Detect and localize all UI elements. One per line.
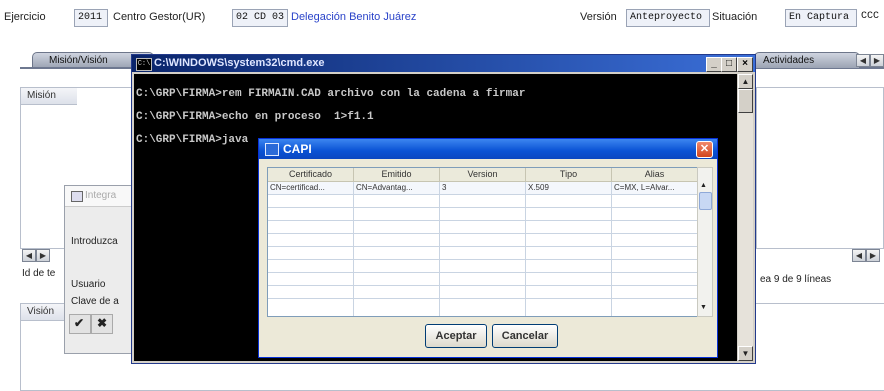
scroll-thumb[interactable] [699,192,712,210]
console-line: C:\GRP\FIRMA>java [136,134,249,146]
capi-title-bar[interactable]: CAPI ✕ [259,139,717,159]
scroll-down-icon[interactable]: ▼ [700,304,707,311]
situacion-label: Situación [712,11,758,23]
check-icon: ✔ [74,316,85,330]
ejercicio-field[interactable]: 2011 [74,9,108,27]
usuario-label: Usuario [71,279,106,290]
scroll-up-icon[interactable]: ▲ [738,74,753,89]
accept-button[interactable]: Aceptar [425,324,487,348]
table-cell: X.509 [528,183,549,192]
table-cell: CN=certificad... [270,183,325,192]
close-button[interactable]: × [737,57,753,72]
ejercicio-label: Ejercicio [4,11,46,23]
row-divider [268,220,697,221]
scroll-down-icon[interactable]: ▼ [738,346,753,361]
console-icon: C:\ [136,58,152,71]
column-divider [611,182,612,316]
tab-actividades-label: Actividades [763,55,815,66]
id-label: Id de te [22,268,56,279]
nav-left-icon-right[interactable]: ◀ [852,249,866,262]
console-scrollbar[interactable]: ▲ ▼ [738,74,753,361]
nav-right-icon-right[interactable]: ▶ [866,249,880,262]
column-header[interactable]: Alias [612,168,697,182]
column-divider [439,182,440,316]
centro-gestor-field[interactable]: 02 CD 03 [232,9,288,27]
version-field[interactable]: Anteproyecto [626,9,710,27]
row-divider [268,259,697,260]
column-header[interactable]: Version [440,168,526,182]
login-title-bar: Integra [65,186,135,207]
row-divider [268,246,697,247]
cut-field: CCC [861,11,880,22]
version-label: Versión [580,11,617,23]
window-icon [71,191,83,202]
row-divider [268,298,697,299]
scroll-up-icon[interactable]: ▲ [700,182,707,189]
tab-actividades[interactable]: Actividades [754,52,860,68]
linea-counter: ea 9 de 9 líneas [760,274,832,285]
tab-mision-label: Misión/Visión [49,55,108,66]
close-icon[interactable]: ✕ [696,141,713,158]
console-line: C:\GRP\FIRMA>echo en proceso 1>f1.1 [136,111,374,123]
vision-header: Visión [21,304,69,321]
column-divider [525,182,526,316]
row-divider [268,207,697,208]
tab-scroll-left-icon[interactable]: ◀ [856,54,870,67]
situacion-field[interactable]: En Captura [785,9,857,27]
centro-gestor-label: Centro Gestor(UR) [113,11,206,23]
row-divider [268,194,697,195]
column-header[interactable]: Certificado [268,168,354,182]
cancel-button[interactable]: Cancelar [492,324,558,348]
row-divider [268,233,697,234]
centro-gestor-name: Delegación Benito Juárez [291,11,417,23]
table-cell: CN=Advantag... [356,183,413,192]
scroll-thumb[interactable] [738,89,753,113]
column-header[interactable]: Tipo [526,168,612,182]
mision-panel-right [756,87,884,249]
row-divider [268,272,697,273]
table-row[interactable]: CN=certificad... CN=Advantag... 3 X.509 … [268,182,697,194]
login-ok-button[interactable]: ✔ [69,314,91,334]
column-header[interactable]: Emitido [354,168,440,182]
console-line: C:\GRP\FIRMA>rem FIRMAIN.CAD archivo con… [136,88,526,100]
introduzca-label: Introduzca [71,236,118,247]
cmd-title-bar[interactable]: C:\ C:\WINDOWS\system32\cmd.exe _ □ × [132,55,755,72]
table-cell: 3 [442,183,447,192]
login-cancel-button[interactable]: ✖ [91,314,113,334]
capi-dialog: CAPI ✕ Certificado Emitido Version Tipo … [258,138,718,358]
certificates-table: Certificado Emitido Version Tipo Alias C… [267,167,698,317]
row-divider [268,285,697,286]
mision-header: Misión [21,88,77,105]
capi-title: CAPI [283,142,312,156]
column-divider [353,182,354,316]
x-icon: ✖ [97,316,108,330]
clave-label: Clave de a [71,296,119,307]
nav-left-icon[interactable]: ◀ [22,249,36,262]
login-dialog: Integra Introduzca Usuario Clave de a ✔ … [64,185,136,354]
cmd-title: C:\WINDOWS\system32\cmd.exe [154,57,325,69]
maximize-button[interactable]: □ [721,57,737,72]
minimize-button[interactable]: _ [706,57,722,72]
login-title: Integra [85,190,117,201]
table-cell: C=MX, L=Alvar... [614,183,675,192]
nav-right-icon[interactable]: ▶ [36,249,50,262]
app-icon [265,143,279,156]
table-scrollbar[interactable]: ▲ ▼ [697,167,713,317]
tab-scroll-right-icon[interactable]: ▶ [870,54,884,67]
